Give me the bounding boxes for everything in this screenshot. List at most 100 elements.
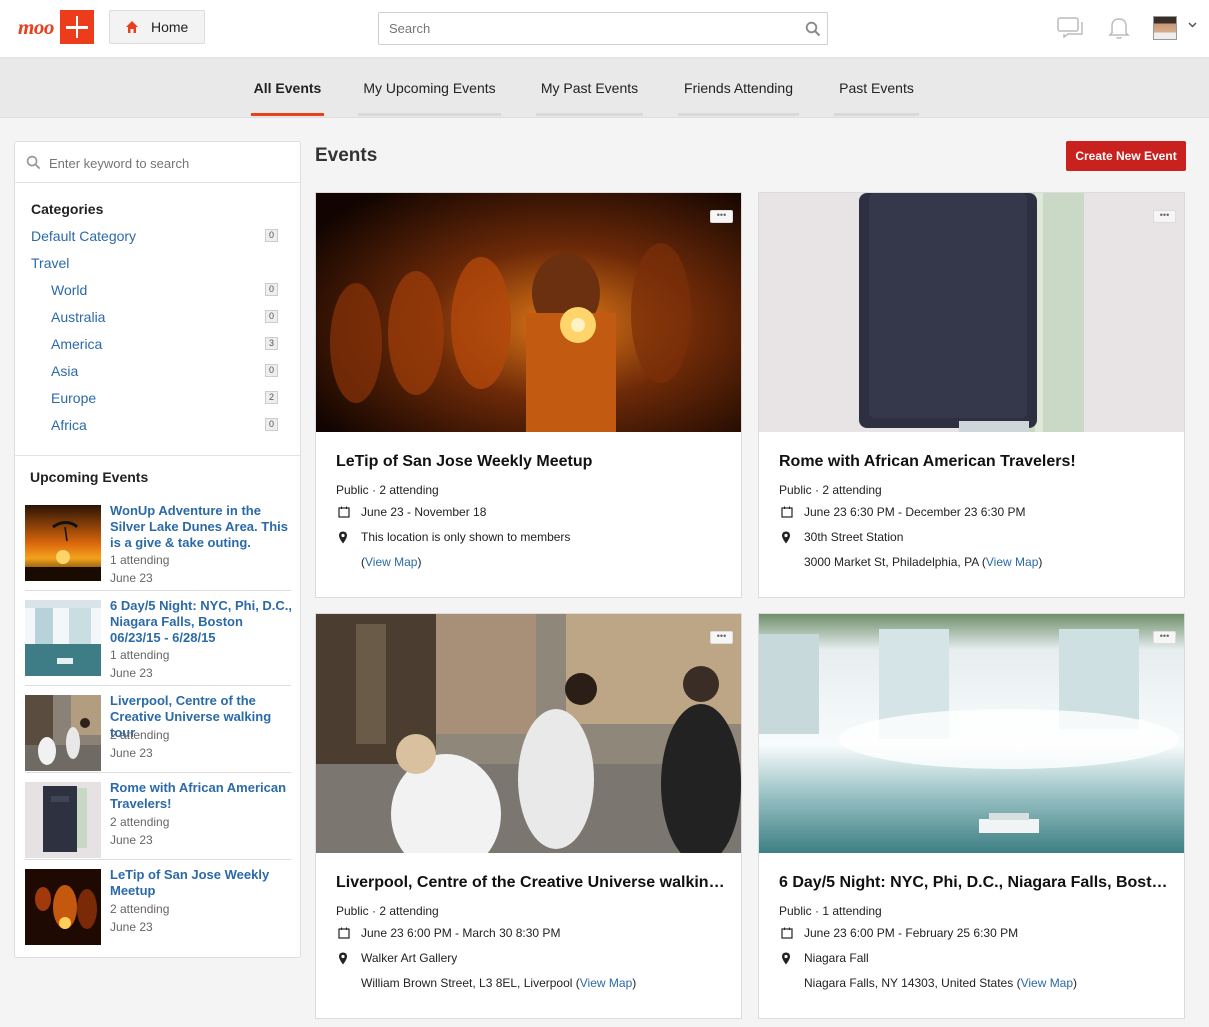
event-card-address: 3000 Market St, Philadelphia, PA (View M…	[804, 555, 1043, 569]
event-card-date: June 23 - November 18	[361, 505, 487, 519]
search-icon[interactable]	[805, 21, 821, 37]
upcoming-event-thumbnail[interactable]	[25, 505, 101, 581]
upcoming-event-date: June 23	[110, 920, 153, 934]
upcoming-event-date: June 23	[110, 833, 153, 847]
view-map-link[interactable]: View Map	[580, 976, 632, 990]
global-search	[378, 12, 828, 45]
upcoming-event-thumbnail[interactable]	[25, 869, 101, 945]
category-europe[interactable]: Europe	[51, 390, 96, 406]
tab-past-events[interactable]: Past Events	[834, 58, 919, 118]
view-map-link[interactable]: View Map	[986, 555, 1038, 569]
event-tabs: All Events My Upcoming Events My Past Ev…	[0, 58, 1209, 118]
upcoming-event-title[interactable]: WonUp Adventure in the Silver Lake Dunes…	[110, 503, 295, 551]
event-card-address: (View Map)	[361, 555, 422, 569]
chevron-down-icon[interactable]	[1188, 22, 1197, 28]
category-count-badge: 2	[265, 391, 278, 404]
keyword-search-input[interactable]	[49, 152, 289, 174]
tab-label: Past Events	[839, 80, 914, 96]
upcoming-event-attending: 2 attending	[110, 902, 170, 916]
upcoming-event-attending: 1 attending	[110, 648, 170, 662]
event-card-visibility: Public · 1 attending	[779, 904, 882, 918]
search-input[interactable]	[379, 13, 779, 44]
event-card-title[interactable]: Rome with African American Travelers!	[779, 453, 1169, 471]
view-map-link[interactable]: View Map	[365, 555, 417, 569]
event-card: ••• Liverpool, Centre of the Creative Un…	[315, 613, 742, 1019]
upcoming-event-attending: 2 attending	[110, 728, 170, 742]
event-card-location: Walker Art Gallery	[361, 951, 458, 965]
category-world[interactable]: World	[51, 282, 87, 298]
event-card-image[interactable]	[316, 614, 741, 853]
event-card-title[interactable]: LeTip of San Jose Weekly Meetup	[336, 453, 726, 471]
event-card-date: June 23 6:30 PM - December 23 6:30 PM	[804, 505, 1026, 519]
calendar-icon	[781, 927, 793, 939]
category-asia[interactable]: Asia	[51, 363, 78, 379]
event-card-date: June 23 6:00 PM - February 25 6:30 PM	[804, 926, 1019, 940]
category-africa[interactable]: Africa	[51, 417, 87, 433]
tab-label: Friends Attending	[684, 80, 793, 96]
notification-bell-icon[interactable]	[1108, 16, 1130, 40]
category-count-badge: 0	[265, 229, 278, 242]
event-card-location: Niagara Fall	[804, 951, 869, 965]
upcoming-event-item: 6 Day/5 Night: NYC, Phi, D.C., Niagara F…	[25, 598, 292, 686]
event-card-image[interactable]	[759, 614, 1184, 853]
calendar-icon	[338, 506, 350, 518]
upcoming-event-date: June 23	[110, 666, 153, 680]
event-card-address: Niagara Falls, NY 14303, United States (…	[804, 976, 1078, 990]
top-bar: moo Home	[0, 0, 1209, 58]
tab-my-upcoming-events[interactable]: My Upcoming Events	[358, 58, 501, 118]
event-card-address-text: Niagara Falls, NY 14303, United States	[804, 976, 1017, 990]
home-label: Home	[151, 19, 189, 35]
card-options-icon[interactable]: •••	[1153, 210, 1176, 223]
event-card-visibility: Public · 2 attending	[336, 483, 439, 497]
view-map-link[interactable]: View Map	[1021, 976, 1073, 990]
category-travel[interactable]: Travel	[31, 255, 69, 271]
card-options-icon[interactable]: •••	[710, 210, 733, 223]
category-australia[interactable]: Australia	[51, 309, 105, 325]
event-card: ••• 6 Day/5 Night: NYC, Phi, D.C., Niaga…	[758, 613, 1185, 1019]
logo-text: moo	[18, 14, 54, 39]
messages-icon[interactable]	[1057, 17, 1085, 39]
upcoming-event-thumbnail[interactable]	[25, 600, 101, 676]
upcoming-event-thumbnail[interactable]	[25, 782, 101, 858]
upcoming-event-attending: 2 attending	[110, 815, 170, 829]
tab-my-past-events[interactable]: My Past Events	[536, 58, 643, 118]
category-default[interactable]: Default Category	[31, 228, 136, 244]
upcoming-event-date: June 23	[110, 746, 153, 760]
categories-heading: Categories	[31, 201, 104, 217]
event-card-location: This location is only shown to members	[361, 530, 571, 544]
upcoming-event-attending: 1 attending	[110, 553, 170, 567]
card-options-icon[interactable]: •••	[710, 631, 733, 644]
category-america[interactable]: America	[51, 336, 102, 352]
map-pin-icon	[782, 952, 790, 965]
upcoming-event-thumbnail[interactable]	[25, 695, 101, 771]
calendar-icon	[338, 927, 350, 939]
event-card-title[interactable]: 6 Day/5 Night: NYC, Phi, D.C., Niagara F…	[779, 874, 1169, 892]
event-card-image[interactable]	[759, 193, 1184, 432]
tab-all-events[interactable]: All Events	[251, 58, 324, 118]
tab-label: My Past Events	[540, 80, 639, 96]
upcoming-event-title[interactable]: Rome with African American Travelers!	[110, 780, 295, 812]
upcoming-event-title[interactable]: LeTip of San Jose Weekly Meetup	[110, 867, 295, 899]
page-title: Events	[315, 145, 378, 166]
event-card: ••• Rome with African American Travelers…	[758, 192, 1185, 598]
map-pin-icon	[339, 952, 347, 965]
upcoming-events-heading: Upcoming Events	[30, 469, 149, 485]
home-button[interactable]: Home	[109, 10, 205, 44]
calendar-icon	[781, 506, 793, 518]
category-count-badge: 0	[265, 310, 278, 323]
search-icon	[26, 155, 41, 170]
tab-friends-attending[interactable]: Friends Attending	[678, 58, 799, 118]
upcoming-event-title[interactable]: 6 Day/5 Night: NYC, Phi, D.C., Niagara F…	[110, 598, 295, 646]
event-card-date: June 23 6:00 PM - March 30 8:30 PM	[361, 926, 561, 940]
event-card-title[interactable]: Liverpool, Centre of the Creative Univer…	[336, 874, 726, 892]
event-card-address-text: 3000 Market St, Philadelphia, PA	[804, 555, 982, 569]
user-avatar[interactable]	[1153, 16, 1177, 40]
site-logo[interactable]: moo	[18, 10, 94, 44]
event-card: ••• LeTip of San Jose Weekly Meetup Publ…	[315, 192, 742, 598]
card-options-icon[interactable]: •••	[1153, 631, 1176, 644]
create-new-event-button[interactable]: Create New Event	[1066, 141, 1186, 171]
event-card-image[interactable]	[316, 193, 741, 432]
event-card-address: William Brown Street, L3 8EL, Liverpool …	[361, 976, 637, 990]
map-pin-icon	[339, 531, 347, 544]
upcoming-event-item: Liverpool, Centre of the Creative Univer…	[25, 693, 291, 773]
